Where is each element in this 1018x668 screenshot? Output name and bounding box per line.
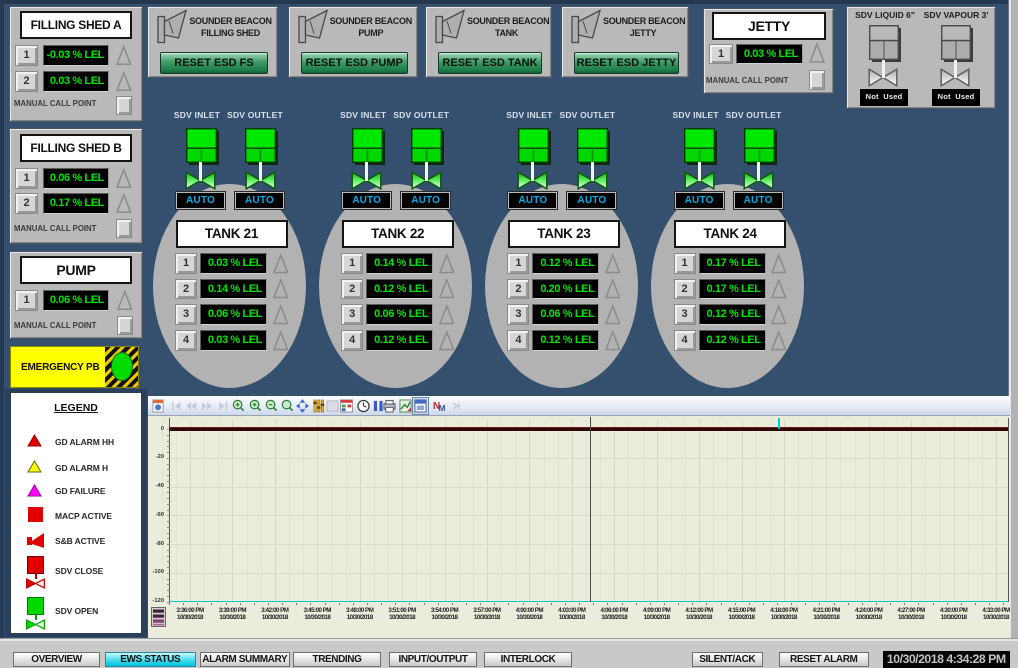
svg-text:M: M [439, 403, 446, 413]
